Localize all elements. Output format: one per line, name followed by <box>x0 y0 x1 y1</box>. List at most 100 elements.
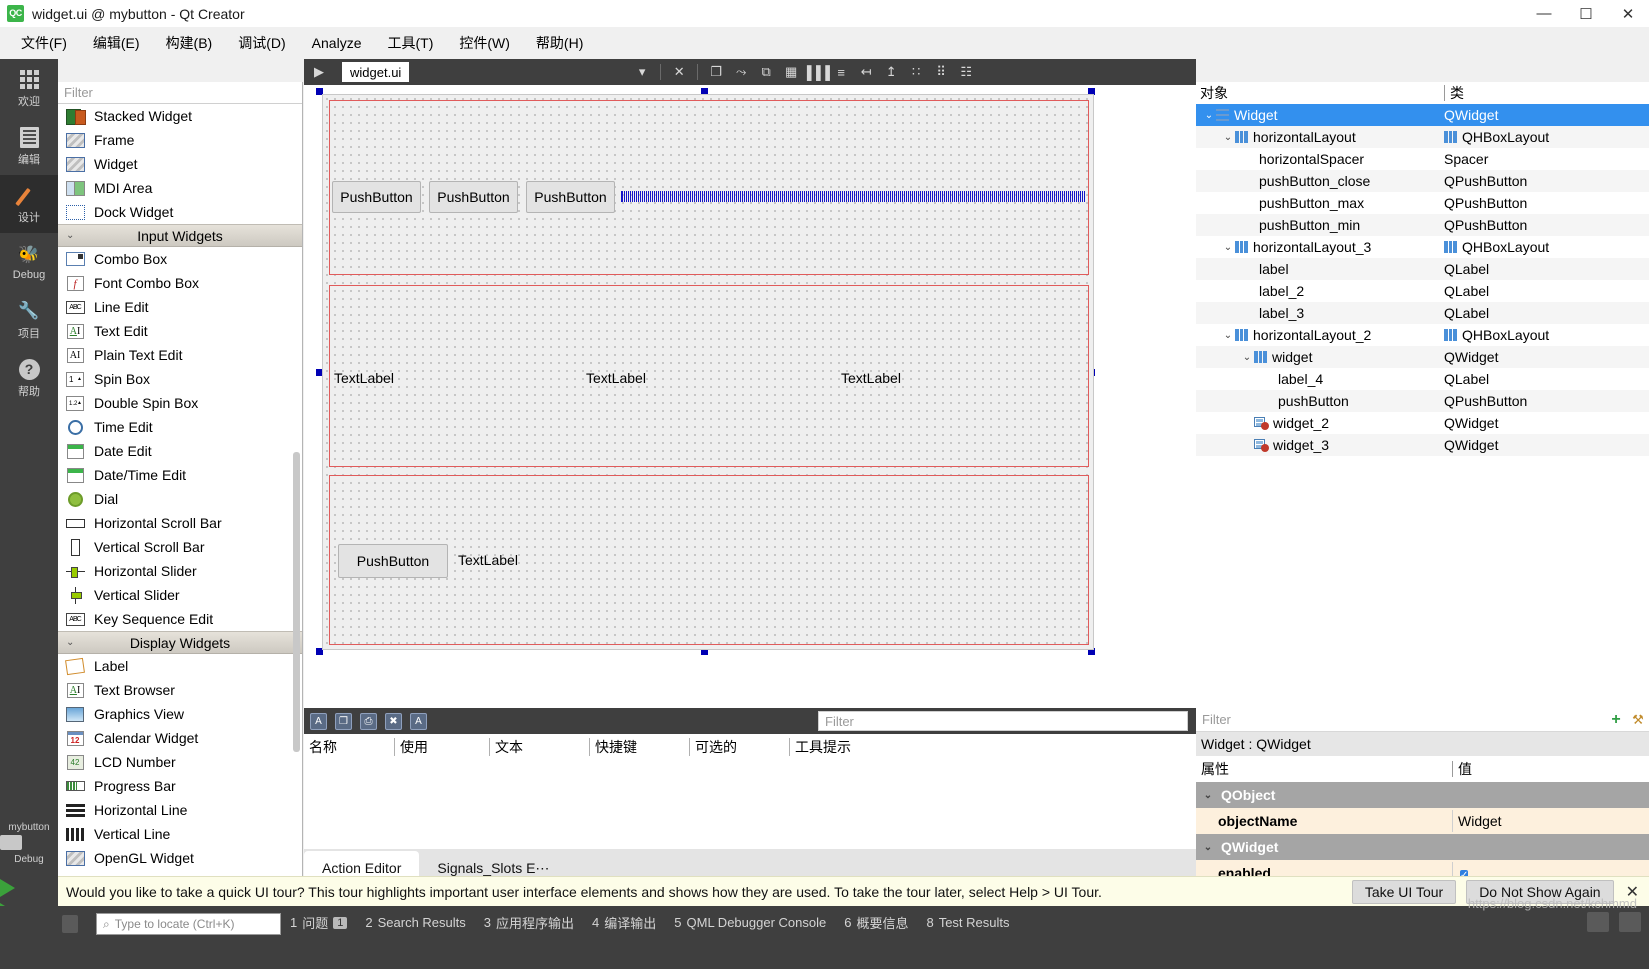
menu-analyze[interactable]: Analyze <box>299 31 375 55</box>
object-tree-row[interactable]: widget_3 QWidget <box>1196 434 1649 456</box>
widget-box-item[interactable]: Time Edit <box>58 415 302 439</box>
object-tree-row[interactable]: label_4 QLabel <box>1196 368 1649 390</box>
property-group-qobject[interactable]: ⌄ QObject <box>1196 782 1649 808</box>
layout-guide-horizontalLayout_3[interactable]: TextLabel TextLabel TextLabel <box>329 285 1089 467</box>
mode-debug[interactable]: 🐝 Debug <box>0 233 58 291</box>
form-textlabel-1[interactable]: TextLabel <box>334 370 394 386</box>
menu-help[interactable]: 帮助(H) <box>523 29 596 57</box>
widget-box-item[interactable]: Progress Bar <box>58 774 302 798</box>
mode-welcome[interactable]: 欢迎 <box>0 59 58 117</box>
view-mode-icon[interactable]: A <box>410 712 427 730</box>
form-textlabel-4[interactable]: TextLabel <box>458 552 518 568</box>
widget-box-item[interactable]: AI Plain Text Edit <box>58 343 302 367</box>
object-tree-row[interactable]: ⌄ horizontalLayout_3 QHBoxLayout <box>1196 236 1649 258</box>
widget-box-category[interactable]: ⌄ Input Widgets <box>58 224 302 247</box>
column-text[interactable]: 文本 <box>489 738 589 756</box>
widget-box-item[interactable]: Date Edit <box>58 439 302 463</box>
menu-file[interactable]: 文件(F) <box>8 29 80 57</box>
widget-box-item[interactable]: ABC Line Edit <box>58 295 302 319</box>
new-action-icon[interactable]: A <box>310 712 327 730</box>
object-tree-row[interactable]: horizontalSpacer Spacer <box>1196 148 1649 170</box>
layout-form-icon[interactable]: ∷ <box>905 62 927 82</box>
output-tab-issues[interactable]: 1 问题 1 <box>290 913 348 932</box>
object-tree-row[interactable]: pushButton QPushButton <box>1196 390 1649 412</box>
maximize-icon[interactable]: ☐ <box>1565 0 1607 27</box>
widget-box-item[interactable]: 42 LCD Number <box>58 750 302 774</box>
close-icon[interactable]: ✕ <box>1607 0 1649 27</box>
menu-debug[interactable]: 调试(D) <box>225 29 298 57</box>
widget-box-filter[interactable]: Filter <box>58 82 302 104</box>
object-tree-row[interactable]: ⌄ horizontalLayout QHBoxLayout <box>1196 126 1649 148</box>
chevron-down-icon[interactable]: ⌄ <box>1202 110 1216 121</box>
column-used[interactable]: 使用 <box>394 738 489 756</box>
delete-action-icon[interactable]: ✖ <box>385 712 402 730</box>
copy-action-icon[interactable]: ❐ <box>335 712 352 730</box>
widget-box-item[interactable]: AI Text Browser <box>58 678 302 702</box>
widget-box-item[interactable]: Horizontal Scroll Bar <box>58 511 302 535</box>
widget-box-item[interactable]: Widget <box>58 152 302 176</box>
object-tree-row[interactable]: label_3 QLabel <box>1196 302 1649 324</box>
mode-help[interactable]: ? 帮助 <box>0 349 58 407</box>
menu-tools[interactable]: 工具(T) <box>374 29 446 57</box>
form-widget[interactable]: PushButton PushButton PushButton TextLab… <box>322 94 1094 650</box>
widget-box-item[interactable]: 1.2 Double Spin Box <box>58 391 302 415</box>
column-name[interactable]: 名称 <box>304 738 394 756</box>
column-class[interactable]: 类 <box>1444 85 1649 101</box>
property-editor-filter[interactable]: Filter <box>1196 712 1605 727</box>
property-settings-icon[interactable]: ⚒ <box>1627 709 1649 731</box>
layout-horizontally-splitter-icon[interactable]: ↤ <box>855 62 877 82</box>
widget-box-category[interactable]: ⌄ Display Widgets <box>58 631 302 654</box>
editor-tab-widget-ui[interactable]: widget.ui <box>342 62 410 82</box>
mode-edit[interactable]: 编辑 <box>0 117 58 175</box>
widget-box-item[interactable]: Date/Time Edit <box>58 463 302 487</box>
form-textlabel-3[interactable]: TextLabel <box>841 370 901 386</box>
mode-design[interactable]: 设计 <box>0 175 58 233</box>
property-value-objectname[interactable]: Widget <box>1452 810 1649 832</box>
add-property-icon[interactable]: + <box>1605 709 1627 731</box>
widget-box-item[interactable]: Vertical Line <box>58 822 302 846</box>
output-tab-search-results[interactable]: 2 Search Results <box>365 915 465 930</box>
form-pushbutton-1[interactable]: PushButton <box>332 181 421 213</box>
widget-box-item[interactable]: Graphics View <box>58 702 302 726</box>
widget-box-item[interactable]: Horizontal Slider <box>58 559 302 583</box>
chevron-down-icon[interactable]: ⌄ <box>1221 132 1235 143</box>
take-ui-tour-button[interactable]: Take UI Tour <box>1351 879 1457 904</box>
layout-vertically-icon[interactable]: ≡ <box>830 62 852 82</box>
column-checkable[interactable]: 可选的 <box>689 738 789 756</box>
column-tooltip[interactable]: 工具提示 <box>789 738 969 756</box>
close-editor-icon[interactable]: ✕ <box>668 62 690 82</box>
object-tree-row[interactable]: label QLabel <box>1196 258 1649 280</box>
output-toggle-icon[interactable] <box>62 915 78 933</box>
widget-box-item[interactable]: Dial <box>58 487 302 511</box>
progress-details-icon[interactable] <box>1587 912 1609 932</box>
form-pushbutton-4[interactable]: PushButton <box>338 544 448 578</box>
output-tab-app-output[interactable]: 3 应用程序输出 <box>484 913 574 932</box>
widget-box-item[interactable]: Label <box>58 654 302 678</box>
form-textlabel-2[interactable]: TextLabel <box>586 370 646 386</box>
output-tab-compile-output[interactable]: 4 编译输出 <box>592 913 656 932</box>
column-value[interactable]: 值 <box>1452 761 1649 777</box>
widget-box-scrollbar[interactable] <box>293 452 300 752</box>
edit-signals-slots-icon[interactable]: ⤳ <box>730 62 752 82</box>
chevron-down-icon[interactable]: ⌄ <box>1240 352 1254 363</box>
widget-box-item[interactable]: 12 Calendar Widget <box>58 726 302 750</box>
run-icon[interactable] <box>0 879 58 897</box>
widget-box-item[interactable]: Dock Widget <box>58 200 302 224</box>
form-horizontal-spacer[interactable] <box>621 191 1085 202</box>
minimize-icon[interactable]: — <box>1523 0 1565 27</box>
form-canvas[interactable]: PushButton PushButton PushButton TextLab… <box>304 85 1196 740</box>
object-tree-row[interactable]: ⌄ Widget QWidget <box>1196 104 1649 126</box>
property-group-qwidget[interactable]: ⌄ QWidget <box>1196 834 1649 860</box>
edit-widgets-icon[interactable]: ❐ <box>705 62 727 82</box>
widget-box-item[interactable]: Combo Box <box>58 247 302 271</box>
object-tree-row[interactable]: ⌄ horizontalLayout_2 QHBoxLayout <box>1196 324 1649 346</box>
column-property[interactable]: 属性 <box>1196 759 1452 779</box>
widget-box-item[interactable]: Vertical Scroll Bar <box>58 535 302 559</box>
chevron-down-icon[interactable]: ⌄ <box>1221 330 1235 341</box>
mode-projects[interactable]: 🔧 项目 <box>0 291 58 349</box>
widget-box-item[interactable]: AI Text Edit <box>58 319 302 343</box>
action-editor-body[interactable] <box>304 760 1196 863</box>
edit-tab-order-icon[interactable]: ▦ <box>780 62 802 82</box>
widget-box-item[interactable]: 1 Spin Box <box>58 367 302 391</box>
widget-box-item[interactable]: Stacked Widget <box>58 104 302 128</box>
